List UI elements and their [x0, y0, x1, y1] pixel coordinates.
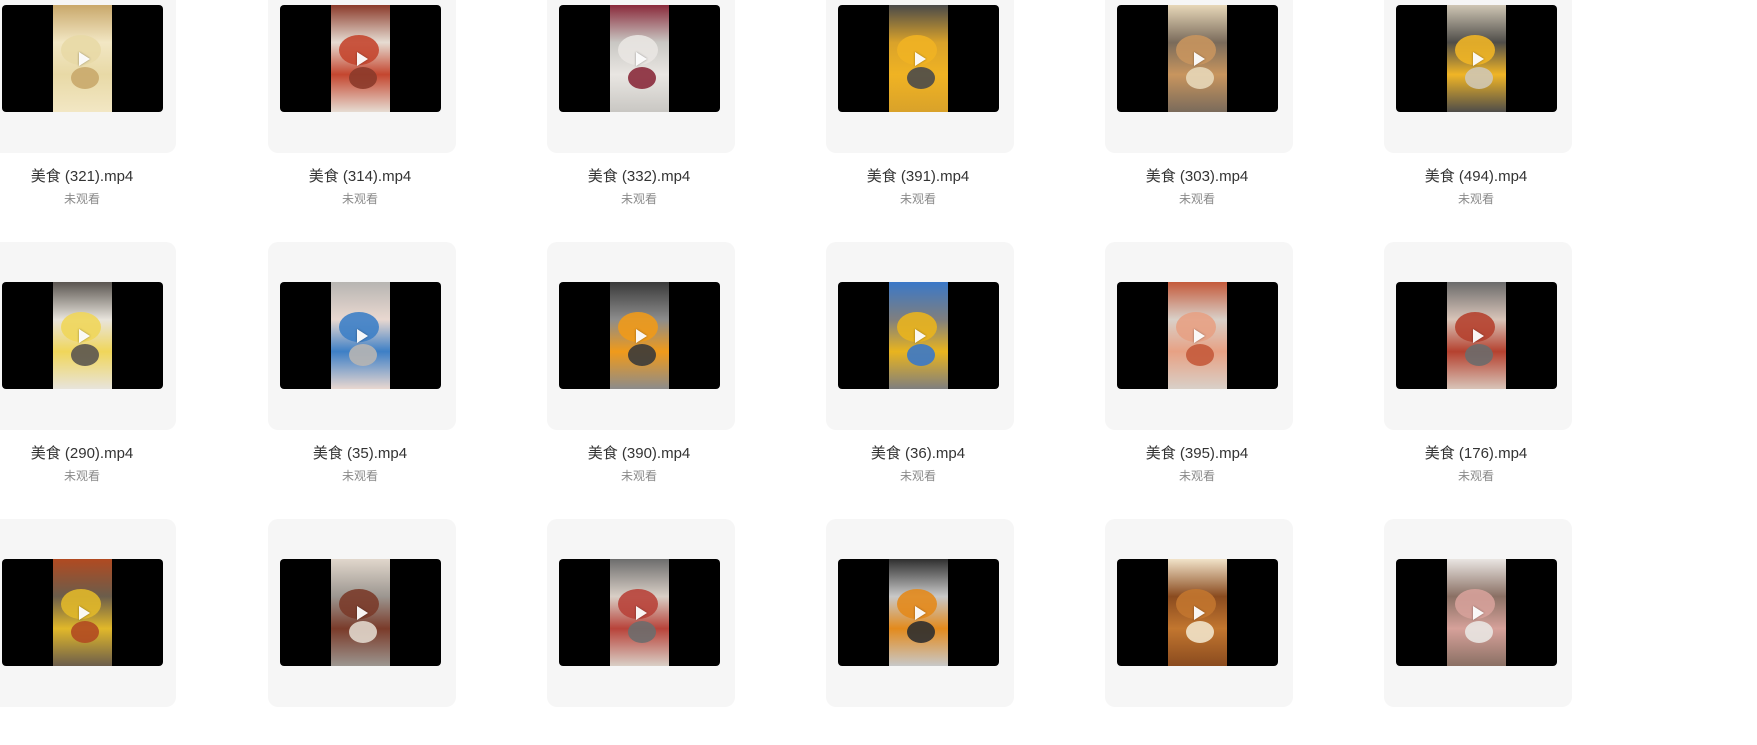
- watch-status: 未观看: [899, 469, 936, 483]
- video-thumbnail[interactable]: [2, 5, 163, 112]
- play-icon[interactable]: [78, 328, 90, 343]
- video-thumbnail[interactable]: [838, 5, 999, 112]
- frame-detail: [71, 67, 99, 89]
- video-file-name[interactable]: 美食 (395).mp4: [1097, 442, 1297, 463]
- watch-status: 未观看: [620, 469, 657, 483]
- play-icon[interactable]: [1472, 328, 1484, 343]
- watch-status: 未观看: [620, 192, 657, 206]
- video-file-name[interactable]: 美食 (314).mp4: [260, 165, 460, 186]
- watch-status: 未观看: [63, 469, 100, 483]
- video-file-name[interactable]: 美食 (290).mp4: [0, 442, 182, 463]
- video-file-name[interactable]: 美食 (35).mp4: [260, 442, 460, 463]
- video-file-name[interactable]: 美食 (321).mp4: [0, 165, 182, 186]
- video-thumbnail[interactable]: [280, 559, 441, 666]
- watch-status: 未观看: [1457, 192, 1494, 206]
- video-thumbnail[interactable]: [280, 282, 441, 389]
- play-icon[interactable]: [356, 605, 368, 620]
- watch-status: 未观看: [1457, 469, 1494, 483]
- video-thumbnail[interactable]: [838, 559, 999, 666]
- frame-detail: [1186, 344, 1214, 366]
- play-icon[interactable]: [356, 328, 368, 343]
- play-icon[interactable]: [356, 51, 368, 66]
- play-icon[interactable]: [78, 51, 90, 66]
- play-icon[interactable]: [635, 51, 647, 66]
- play-icon[interactable]: [914, 605, 926, 620]
- video-thumbnail[interactable]: [1117, 559, 1278, 666]
- watch-status: 未观看: [341, 469, 378, 483]
- frame-detail: [1465, 621, 1493, 643]
- video-thumbnail[interactable]: [1396, 5, 1557, 112]
- frame-detail: [628, 67, 656, 89]
- frame-detail: [1465, 344, 1493, 366]
- video-grid: 美食 (321).mp4 未观看 美食 (314).mp4 未观看 美食 (332).m…: [0, 0, 1757, 745]
- video-file-name[interactable]: 美食 (176).mp4: [1376, 442, 1576, 463]
- video-thumbnail[interactable]: [559, 559, 720, 666]
- watch-status: 未观看: [63, 192, 100, 206]
- play-icon[interactable]: [1472, 51, 1484, 66]
- watch-status: 未观看: [1178, 192, 1215, 206]
- frame-detail: [349, 344, 377, 366]
- video-file-name[interactable]: 美食 (390).mp4: [539, 442, 739, 463]
- play-icon[interactable]: [1472, 605, 1484, 620]
- frame-detail: [907, 621, 935, 643]
- video-file-name[interactable]: 美食 (36).mp4: [818, 442, 1018, 463]
- watch-status: 未观看: [899, 192, 936, 206]
- video-thumbnail[interactable]: [2, 282, 163, 389]
- frame-detail: [71, 621, 99, 643]
- watch-status: 未观看: [1178, 469, 1215, 483]
- video-thumbnail[interactable]: [1396, 282, 1557, 389]
- frame-detail: [1186, 621, 1214, 643]
- frame-detail: [349, 67, 377, 89]
- play-icon[interactable]: [78, 605, 90, 620]
- video-thumbnail[interactable]: [1396, 559, 1557, 666]
- play-icon[interactable]: [914, 328, 926, 343]
- video-file-name[interactable]: 美食 (391).mp4: [818, 165, 1018, 186]
- video-thumbnail[interactable]: [1117, 5, 1278, 112]
- frame-detail: [71, 344, 99, 366]
- play-icon[interactable]: [635, 328, 647, 343]
- video-thumbnail[interactable]: [2, 559, 163, 666]
- video-thumbnail[interactable]: [838, 282, 999, 389]
- play-icon[interactable]: [1193, 605, 1205, 620]
- frame-detail: [349, 621, 377, 643]
- video-file-name[interactable]: 美食 (332).mp4: [539, 165, 739, 186]
- video-thumbnail[interactable]: [1117, 282, 1278, 389]
- video-file-name[interactable]: 美食 (494).mp4: [1376, 165, 1576, 186]
- frame-detail: [907, 67, 935, 89]
- play-icon[interactable]: [635, 605, 647, 620]
- video-thumbnail[interactable]: [280, 5, 441, 112]
- play-icon[interactable]: [1193, 328, 1205, 343]
- play-icon[interactable]: [914, 51, 926, 66]
- frame-detail: [1465, 67, 1493, 89]
- frame-detail: [1186, 67, 1214, 89]
- watch-status: 未观看: [341, 192, 378, 206]
- video-thumbnail[interactable]: [559, 282, 720, 389]
- frame-detail: [628, 344, 656, 366]
- frame-detail: [907, 344, 935, 366]
- video-thumbnail[interactable]: [559, 5, 720, 112]
- frame-detail: [628, 621, 656, 643]
- play-icon[interactable]: [1193, 51, 1205, 66]
- video-file-name[interactable]: 美食 (303).mp4: [1097, 165, 1297, 186]
